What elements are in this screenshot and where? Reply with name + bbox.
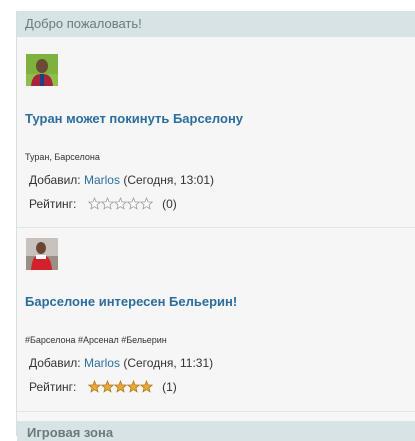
star-empty-icon[interactable] bbox=[87, 197, 101, 210]
author-link[interactable]: Marlos bbox=[84, 356, 120, 370]
rating-count: (0) bbox=[162, 197, 177, 211]
star-filled-icon[interactable] bbox=[113, 380, 127, 393]
rating-label: Рейтинг: bbox=[29, 380, 77, 394]
news-title-link[interactable]: Барселоне интересен Бельерин! bbox=[25, 294, 237, 309]
news-time: (Сегодня, 13:01) bbox=[123, 173, 215, 187]
star-empty-icon[interactable] bbox=[113, 197, 127, 210]
news-thumbnail[interactable] bbox=[26, 54, 58, 86]
rating-stars[interactable] bbox=[87, 197, 153, 210]
welcome-panel: Добро пожаловать! Туран может покинуть Б… bbox=[16, 11, 415, 441]
panel-header: Добро пожаловать! bbox=[17, 11, 415, 37]
star-filled-icon[interactable] bbox=[139, 380, 153, 393]
rating-count: (1) bbox=[162, 380, 177, 394]
section-header-game-zone: Игровая зона bbox=[17, 421, 415, 441]
star-empty-icon[interactable] bbox=[100, 197, 114, 210]
news-thumbnail[interactable] bbox=[26, 238, 58, 270]
star-empty-icon[interactable] bbox=[139, 197, 153, 210]
news-tags: #Барселона #Арсенал #Бельерин bbox=[25, 335, 167, 345]
star-filled-icon[interactable] bbox=[100, 380, 114, 393]
news-author-line: Добавил: Marlos (Сегодня, 13:01) bbox=[29, 173, 214, 187]
news-author-line: Добавил: Marlos (Сегодня, 11:31) bbox=[29, 356, 213, 370]
news-rating-line: Рейтинг: (0) bbox=[29, 197, 177, 211]
news-time: (Сегодня, 11:31) bbox=[123, 356, 214, 370]
rating-label: Рейтинг: bbox=[29, 197, 77, 211]
divider bbox=[17, 411, 415, 412]
news-tags: Туран, Барселона bbox=[25, 152, 100, 162]
news-title-link[interactable]: Туран может покинуть Барселону bbox=[25, 111, 243, 126]
added-label: Добавил: bbox=[29, 173, 81, 187]
star-empty-icon[interactable] bbox=[126, 197, 140, 210]
star-filled-icon[interactable] bbox=[87, 380, 101, 393]
news-rating-line: Рейтинг: (1) bbox=[29, 380, 177, 394]
rating-stars[interactable] bbox=[87, 380, 153, 393]
star-filled-icon[interactable] bbox=[126, 380, 140, 393]
added-label: Добавил: bbox=[29, 356, 81, 370]
divider bbox=[17, 227, 415, 228]
author-link[interactable]: Marlos bbox=[84, 173, 120, 187]
